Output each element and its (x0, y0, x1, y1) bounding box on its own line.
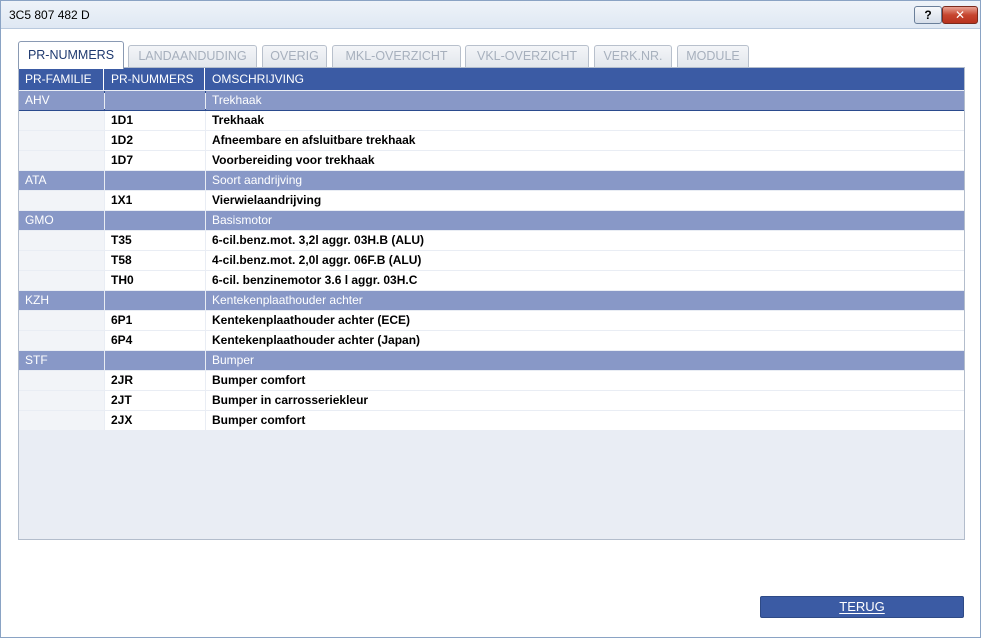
grid-header: PR-FAMILIE PR-NUMMERS OMSCHRIJVING (19, 68, 964, 90)
cell-pr-nummer: 1D1 (105, 111, 205, 130)
cell-pr-nummer (105, 91, 205, 110)
cell-omschrijving: Bumper (206, 351, 964, 370)
cell-omschrijving: Bumper comfort (206, 411, 964, 430)
cell-pr-familie (19, 131, 104, 150)
column-header-pr-familie[interactable]: PR-FAMILIE (19, 68, 104, 90)
cell-pr-familie: AHV (19, 91, 104, 110)
cell-pr-nummer: T35 (105, 231, 205, 250)
table-row[interactable]: 1D2 Afneembare en afsluitbare trekhaak (19, 131, 964, 151)
group-row[interactable]: ATA Soort aandrijving (19, 171, 964, 191)
cell-pr-familie: GMO (19, 211, 104, 230)
table-row[interactable]: 1X1 Vierwielaandrijving (19, 191, 964, 211)
back-button-label: TERUG (839, 599, 885, 614)
close-icon: ✕ (954, 8, 966, 22)
group-row[interactable]: GMO Basismotor (19, 211, 964, 231)
cell-omschrijving: Kentekenplaathouder achter (ECE) (206, 311, 964, 330)
cell-pr-familie (19, 191, 104, 210)
table-row[interactable]: T35 6-cil.benz.mot. 3,2l aggr. 03H.B (ALU… (19, 231, 964, 251)
tab-mkl-overzicht[interactable]: MKL-OVERZICHT (332, 45, 461, 68)
cell-omschrijving: Bumper comfort (206, 371, 964, 390)
table-row[interactable]: TH0 6-cil. benzinemotor 3.6 l aggr. 03H.C (19, 271, 964, 291)
cell-pr-familie (19, 111, 104, 130)
tab-overig[interactable]: OVERIG (262, 45, 327, 68)
cell-pr-familie: KZH (19, 291, 104, 310)
cell-pr-nummer: 6P1 (105, 311, 205, 330)
cell-pr-familie: ATA (19, 171, 104, 190)
tab-bar: PR-NUMMERS LANDAANDUDING OVERIG MKL-OVER… (18, 41, 968, 69)
cell-omschrijving: 6-cil.benz.mot. 3,2l aggr. 03H.B (ALU) (206, 231, 964, 250)
table-row[interactable]: T58 4-cil.benz.mot. 2,0l aggr. 06F.B (ALU… (19, 251, 964, 271)
cell-pr-nummer: 1X1 (105, 191, 205, 210)
cell-omschrijving: Voorbereiding voor trekhaak (206, 151, 964, 170)
cell-pr-nummer (105, 351, 205, 370)
cell-pr-familie (19, 331, 104, 350)
tab-verk-nr[interactable]: VERK.NR. (594, 45, 672, 68)
table-row[interactable]: 2JR Bumper comfort (19, 371, 964, 391)
cell-pr-familie: STF (19, 351, 104, 370)
group-row[interactable]: KZH Kentekenplaathouder achter (19, 291, 964, 311)
cell-pr-nummer: 1D2 (105, 131, 205, 150)
cell-omschrijving: Kentekenplaathouder achter (Japan) (206, 331, 964, 350)
table-row[interactable]: 6P1 Kentekenplaathouder achter (ECE) (19, 311, 964, 331)
cell-pr-nummer: 1D7 (105, 151, 205, 170)
cell-pr-familie (19, 151, 104, 170)
title-bar: 3C5 807 482 D ? ✕ (1, 1, 980, 29)
cell-pr-nummer (105, 171, 205, 190)
cell-pr-nummer: 2JX (105, 411, 205, 430)
cell-pr-nummer: 2JT (105, 391, 205, 410)
cell-omschrijving: Vierwielaandrijving (206, 191, 964, 210)
help-button[interactable]: ? (914, 6, 942, 24)
table-row[interactable]: 1D7 Voorbereiding voor trekhaak (19, 151, 964, 171)
cell-pr-familie (19, 231, 104, 250)
back-button[interactable]: TERUG (760, 596, 964, 618)
window-title: 3C5 807 482 D (9, 8, 90, 22)
cell-pr-familie (19, 251, 104, 270)
tab-landaanduding[interactable]: LANDAANDUDING (128, 45, 257, 68)
table-row[interactable]: 6P4 Kentekenplaathouder achter (Japan) (19, 331, 964, 351)
tab-pr-nummers[interactable]: PR-NUMMERS (18, 41, 124, 69)
cell-omschrijving: Soort aandrijving (206, 171, 964, 190)
cell-omschrijving: Basismotor (206, 211, 964, 230)
cell-omschrijving: Afneembare en afsluitbare trekhaak (206, 131, 964, 150)
table-row[interactable]: 1D1 Trekhaak (19, 111, 964, 131)
tab-vkl-overzicht[interactable]: VKL-OVERZICHT (465, 45, 589, 68)
dialog-window: 3C5 807 482 D ? ✕ PR-NUMMERS LANDAANDUDI… (0, 0, 981, 638)
column-header-pr-nummers[interactable]: PR-NUMMERS (105, 68, 205, 90)
cell-pr-nummer: TH0 (105, 271, 205, 290)
table-row[interactable]: 2JT Bumper in carrosseriekleur (19, 391, 964, 411)
cell-omschrijving: 4-cil.benz.mot. 2,0l aggr. 06F.B (ALU) (206, 251, 964, 270)
cell-pr-nummer: 2JR (105, 371, 205, 390)
cell-omschrijving: Trekhaak (206, 91, 964, 110)
cell-pr-nummer (105, 291, 205, 310)
tab-module[interactable]: MODULE (677, 45, 749, 68)
cell-pr-familie (19, 311, 104, 330)
cell-omschrijving: Bumper in carrosseriekleur (206, 391, 964, 410)
cell-pr-familie (19, 371, 104, 390)
cell-pr-familie (19, 411, 104, 430)
table-row[interactable]: 2JX Bumper comfort (19, 411, 964, 431)
column-header-omschrijving[interactable]: OMSCHRIJVING (206, 68, 964, 90)
group-row[interactable]: STF Bumper (19, 351, 964, 371)
group-row[interactable]: AHV Trekhaak (19, 91, 964, 111)
cell-omschrijving: Kentekenplaathouder achter (206, 291, 964, 310)
cell-pr-nummer (105, 211, 205, 230)
cell-omschrijving: Trekhaak (206, 111, 964, 130)
pr-numbers-grid: PR-FAMILIE PR-NUMMERS OMSCHRIJVING AHV Tr… (18, 67, 965, 540)
cell-pr-nummer: 6P4 (105, 331, 205, 350)
cell-pr-familie (19, 391, 104, 410)
cell-pr-familie (19, 271, 104, 290)
close-button[interactable]: ✕ (942, 6, 978, 24)
cell-omschrijving: 6-cil. benzinemotor 3.6 l aggr. 03H.C (206, 271, 964, 290)
cell-pr-nummer: T58 (105, 251, 205, 270)
grid-rows: AHV Trekhaak 1D1 Trekhaak 1D2 Afneembare en a… (19, 91, 964, 431)
